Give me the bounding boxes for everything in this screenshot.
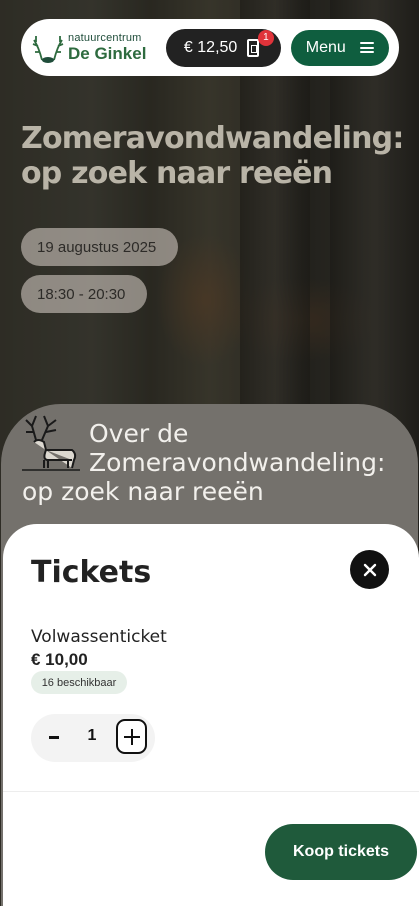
event-title: Zomeravondwandeling: op zoek naar reeën xyxy=(21,121,404,191)
about-title-rest: Zomeravondwandeling: op zoek naar reeën xyxy=(22,448,386,506)
logo-title: De Ginkel xyxy=(68,44,147,63)
logo-subtitle: natuurcentrum xyxy=(68,32,142,44)
site-header: natuurcentrum De Ginkel € 12,50 1 Menu xyxy=(21,19,399,76)
divider xyxy=(3,791,419,792)
close-button[interactable] xyxy=(350,550,389,589)
event-time-pill: 18:30 - 20:30 xyxy=(21,275,147,313)
quantity-stepper: 1 xyxy=(31,714,155,762)
close-icon xyxy=(363,563,376,576)
deer-logo-icon xyxy=(32,35,64,63)
availability-badge: 16 beschikbaar xyxy=(31,671,127,694)
site-logo[interactable]: natuurcentrum De Ginkel xyxy=(30,28,152,68)
about-title: Over de Zomeravondwandeling: op zoek naa… xyxy=(22,419,402,506)
ticket-icon xyxy=(247,38,260,57)
quantity-value: 1 xyxy=(87,727,97,744)
event-date-pill: 19 augustus 2025 xyxy=(21,228,178,266)
cart-button[interactable]: € 12,50 1 xyxy=(165,28,281,67)
cart-total: € 12,50 xyxy=(183,38,238,56)
plus-icon[interactable] xyxy=(116,719,147,754)
ticket-name: Volwassenticket xyxy=(31,627,167,647)
menu-icon xyxy=(359,42,374,53)
tickets-sheet: Tickets Volwassenticket € 10,00 16 besch… xyxy=(3,524,419,906)
menu-label: Menu xyxy=(305,38,346,56)
buy-tickets-button[interactable]: Koop tickets xyxy=(265,824,417,880)
cart-count-badge: 1 xyxy=(257,29,274,46)
menu-button[interactable]: Menu xyxy=(290,29,389,66)
about-title-line1: Over de xyxy=(89,419,189,448)
minus-icon[interactable] xyxy=(49,736,59,739)
ticket-price: € 10,00 xyxy=(31,650,88,669)
tickets-title: Tickets xyxy=(31,555,152,590)
